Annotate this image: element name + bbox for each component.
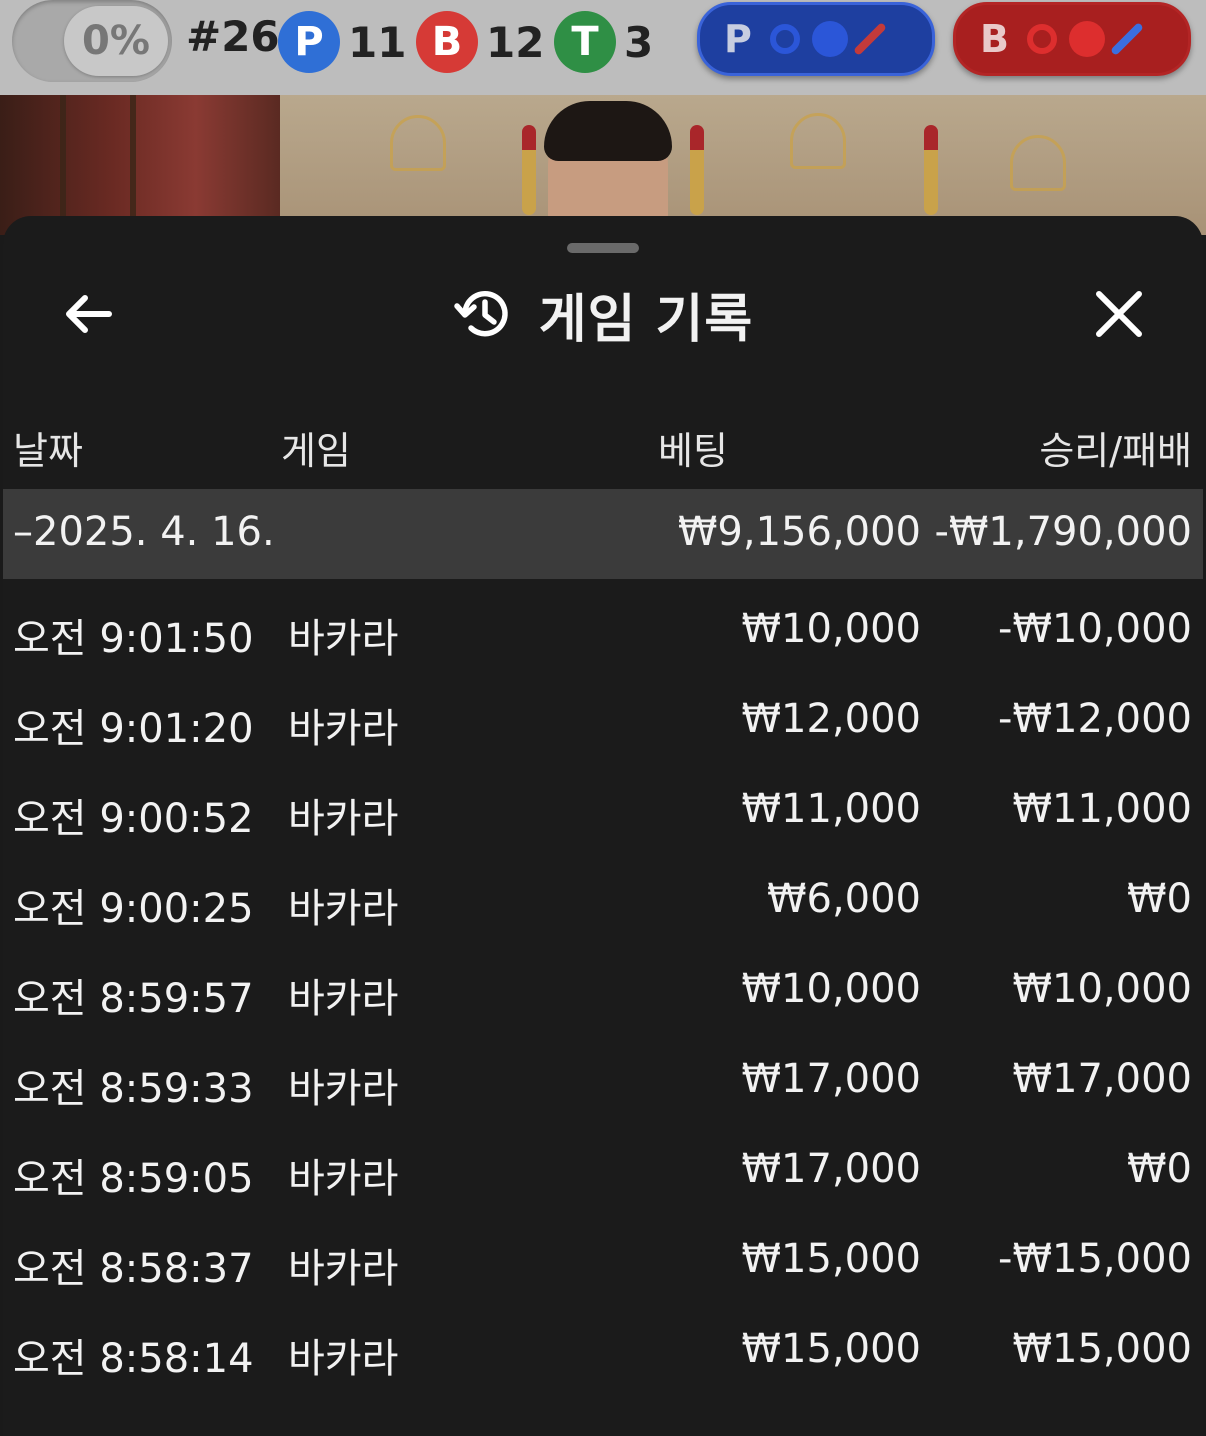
row-result: -₩15,000 xyxy=(998,1236,1192,1282)
tassel-decor xyxy=(690,125,704,215)
lotus-decor-icon xyxy=(1010,135,1066,191)
history-row[interactable]: 오전 8:58:37 바카라 ₩15,000 -₩15,000 xyxy=(3,1216,1203,1306)
row-game: 바카라 xyxy=(288,706,399,752)
big-eye-dot-icon xyxy=(811,21,848,57)
tassel-decor xyxy=(924,125,938,215)
history-row[interactable]: 오전 8:58:14 바카라 ₩15,000 ₩15,000 xyxy=(3,1306,1203,1396)
row-result: ₩0 xyxy=(1127,1146,1192,1192)
row-result: ₩15,000 xyxy=(1012,1326,1192,1372)
row-time: 오전 8:59:57 xyxy=(13,976,254,1022)
row-game: 바카라 xyxy=(288,1066,399,1112)
tie-count-value: 3 xyxy=(624,17,654,67)
row-time: 오전 9:01:50 xyxy=(13,616,254,662)
live-video-feed xyxy=(0,95,1206,235)
player-count: P 11 xyxy=(278,11,407,73)
row-time: 오전 8:59:33 xyxy=(13,1066,254,1112)
round-number: #26 xyxy=(186,12,280,61)
lotus-decor-icon xyxy=(390,115,446,171)
history-clock-icon xyxy=(454,291,508,337)
screen-frame xyxy=(130,95,136,235)
row-result: -₩12,000 xyxy=(998,696,1192,742)
tie-badge: T xyxy=(554,11,616,73)
row-bet: ₩10,000 xyxy=(741,966,921,1012)
row-result: -₩10,000 xyxy=(998,606,1192,652)
win-rate-toggle[interactable]: 0% xyxy=(12,0,172,82)
win-rate-value: 0% xyxy=(64,6,168,76)
row-bet: ₩11,000 xyxy=(741,786,921,832)
row-time: 오전 9:00:52 xyxy=(13,796,254,842)
close-icon xyxy=(1096,291,1142,337)
column-header-result: 승리/패배 xyxy=(1039,429,1192,473)
history-row[interactable]: 오전 8:59:33 바카라 ₩17,000 ₩17,000 xyxy=(3,1036,1203,1126)
row-result: ₩0 xyxy=(1127,876,1192,922)
row-time: 오전 8:58:37 xyxy=(13,1246,254,1292)
summary-date: –2025. 4. 16. xyxy=(13,509,275,555)
row-bet: ₩15,000 xyxy=(741,1236,921,1282)
player-prediction-button[interactable]: P xyxy=(697,2,935,76)
sheet-drag-handle[interactable] xyxy=(567,243,639,253)
cockroach-slash-icon xyxy=(852,22,887,56)
big-road-ring-icon xyxy=(769,24,800,54)
banker-badge: B xyxy=(416,11,478,73)
history-row[interactable]: 오전 9:00:52 바카라 ₩11,000 ₩11,000 xyxy=(3,766,1203,856)
history-row[interactable]: 오전 8:59:57 바카라 ₩10,000 ₩10,000 xyxy=(3,946,1203,1036)
summary-total-result: -₩1,790,000 xyxy=(934,509,1192,555)
sheet-header: 게임 기록 xyxy=(3,274,1203,354)
curtain-decor xyxy=(0,95,280,235)
row-game: 바카라 xyxy=(288,1156,399,1202)
row-time: 오전 8:58:14 xyxy=(13,1336,254,1382)
history-row[interactable]: 오전 9:01:20 바카라 ₩12,000 -₩12,000 xyxy=(3,676,1203,766)
close-button[interactable] xyxy=(1083,278,1155,350)
column-header-bet: 베팅 xyxy=(658,429,728,473)
row-game: 바카라 xyxy=(288,976,399,1022)
status-bar: 0% #26 P 11 B 12 T 3 P B xyxy=(0,0,1206,95)
row-game: 바카라 xyxy=(288,1246,399,1292)
row-bet: ₩17,000 xyxy=(741,1146,921,1192)
banker-count-value: 12 xyxy=(486,17,545,67)
history-list: 오전 9:01:50 바카라 ₩10,000 -₩10,000 오전 9:01:… xyxy=(3,586,1203,1396)
player-count-value: 11 xyxy=(348,17,407,67)
row-bet: ₩12,000 xyxy=(741,696,921,742)
row-result: ₩11,000 xyxy=(1012,786,1192,832)
big-road-ring-icon xyxy=(1026,24,1057,54)
row-time: 오전 8:59:05 xyxy=(13,1156,254,1202)
game-history-sheet: 게임 기록 날짜 게임 베팅 승리/패배 –2025. 4. 16. ₩9,15… xyxy=(3,216,1203,1436)
banker-prediction-button[interactable]: B xyxy=(953,2,1191,76)
row-bet: ₩17,000 xyxy=(741,1056,921,1102)
row-bet: ₩6,000 xyxy=(766,876,921,922)
summary-total-bet: ₩9,156,000 xyxy=(677,509,921,555)
row-game: 바카라 xyxy=(288,616,399,662)
row-time: 오전 9:01:20 xyxy=(13,706,254,752)
tie-count: T 3 xyxy=(554,11,654,73)
player-prediction-label: P xyxy=(724,17,752,61)
row-game: 바카라 xyxy=(288,1336,399,1382)
history-row[interactable]: 오전 8:59:05 바카라 ₩17,000 ₩0 xyxy=(3,1126,1203,1216)
history-row[interactable]: 오전 9:01:50 바카라 ₩10,000 -₩10,000 xyxy=(3,586,1203,676)
date-group-summary-row[interactable]: –2025. 4. 16. ₩9,156,000 -₩1,790,000 xyxy=(3,489,1203,579)
row-game: 바카라 xyxy=(288,886,399,932)
page-title: 게임 기록 xyxy=(538,289,754,350)
row-bet: ₩10,000 xyxy=(741,606,921,652)
banker-count: B 12 xyxy=(416,11,545,73)
dealer-hair xyxy=(544,101,672,161)
row-result: ₩10,000 xyxy=(1012,966,1192,1012)
column-header-game: 게임 xyxy=(281,429,351,473)
row-time: 오전 9:00:25 xyxy=(13,886,254,932)
player-badge: P xyxy=(278,11,340,73)
tassel-decor xyxy=(522,125,536,215)
history-row[interactable]: 오전 9:00:25 바카라 ₩6,000 ₩0 xyxy=(3,856,1203,946)
row-bet: ₩15,000 xyxy=(741,1326,921,1372)
banker-prediction-label: B xyxy=(980,17,1009,61)
big-eye-dot-icon xyxy=(1068,21,1105,57)
row-game: 바카라 xyxy=(288,796,399,842)
column-header-date: 날짜 xyxy=(13,429,83,473)
screen-frame xyxy=(60,95,66,235)
lotus-decor-icon xyxy=(790,113,846,169)
cockroach-slash-icon xyxy=(1109,22,1144,56)
row-result: ₩17,000 xyxy=(1012,1056,1192,1102)
